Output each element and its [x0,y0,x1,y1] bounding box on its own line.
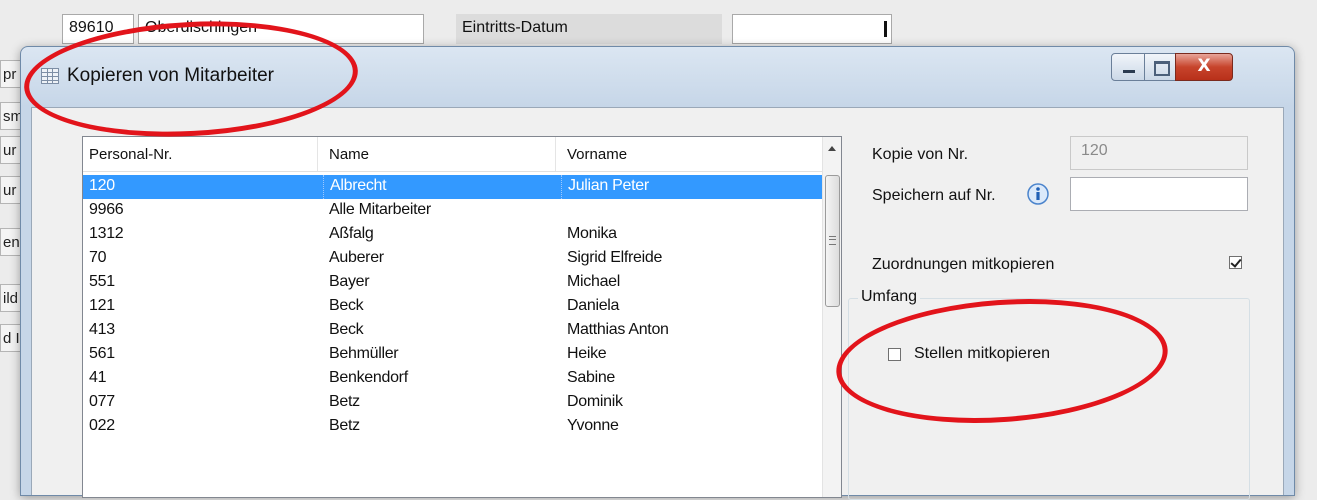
cell-personal-nr: 121 [89,297,115,314]
minimize-icon [1123,70,1135,73]
copy-assignments-label: Zuordnungen mitkopieren [872,256,1055,273]
cell-vorname: Yvonne [567,417,619,434]
cell-personal-nr: 1312 [89,225,124,242]
cell-vorname: Matthias Anton [567,321,669,338]
entry-date-label: Eintritts-Datum [456,14,722,44]
cell-personal-nr: 561 [89,345,115,362]
cell-personal-nr: 551 [89,273,115,290]
cell-personal-nr: 022 [89,417,115,434]
table-row[interactable]: 413 Beck Matthias Anton [83,319,823,343]
close-icon: X [1197,56,1211,76]
minimize-button[interactable] [1111,53,1145,81]
maximize-button[interactable] [1144,53,1176,81]
cell-personal-nr: 120 [89,177,115,194]
list-header: Personal-Nr. Name Vorname [83,137,823,172]
cell-name: Aßfalg [329,225,374,242]
scroll-thumb[interactable] [825,175,840,307]
copy-positions-label[interactable]: Stellen mitkopieren [914,345,1050,363]
place-field[interactable]: Oberdischingen [138,14,424,44]
cell-personal-nr: 70 [89,249,107,266]
dropdown-caret-icon[interactable] [884,21,887,37]
maximize-icon [1154,61,1170,76]
table-icon [41,68,59,84]
cell-vorname: Julian Peter [561,175,801,199]
cell-name: Bayer [329,273,370,290]
cell-name: Betz [329,393,360,410]
number-field[interactable]: 89610 [62,14,134,44]
cell-name: Albrecht [323,175,557,199]
cell-personal-nr: 41 [89,369,107,386]
employee-list[interactable]: Personal-Nr. Name Vorname 120 Albrecht Jul… [82,136,842,498]
table-row[interactable]: 70 Auberer Sigrid Elfreide [83,247,823,271]
scope-groupbox [848,298,1250,500]
cell-name: Beck [329,297,364,314]
cell-vorname: Monika [567,225,617,242]
column-header-personal-nr[interactable]: Personal-Nr. [83,137,317,170]
grip-icon [829,236,836,245]
dialog-title: Kopieren von Mitarbeiter [67,65,274,86]
cell-name: Betz [329,417,360,434]
table-row[interactable]: 41 Benkendorf Sabine [83,367,823,391]
cell-vorname: Dominik [567,393,623,410]
table-row[interactable]: 1312 Aßfalg Monika [83,223,823,247]
copy-from-label: Kopie von Nr. [872,146,969,163]
save-to-field[interactable] [1070,177,1248,211]
table-row[interactable]: 120 Albrecht Julian Peter [83,175,823,199]
cell-name: Auberer [329,249,384,266]
table-row[interactable]: 561 Behmüller Heike [83,343,823,367]
cell-personal-nr: 077 [89,393,115,410]
cell-vorname: Heike [567,345,607,362]
cell-name: Beck [329,321,364,338]
table-row[interactable]: 022 Betz Yvonne [83,415,823,439]
entry-date-field[interactable] [732,14,892,44]
column-divider[interactable] [317,137,318,171]
close-button[interactable]: X [1175,53,1233,81]
cell-vorname: Daniela [567,297,620,314]
vertical-scrollbar[interactable] [822,137,841,497]
save-to-label: Speichern auf Nr. [872,187,996,204]
info-icon[interactable] [1026,182,1050,206]
cell-vorname: Sigrid Elfreide [567,249,663,266]
copy-from-field: 120 [1070,136,1248,170]
cell-vorname: Sabine [567,369,616,386]
cell-name: Benkendorf [329,369,408,386]
cell-vorname [561,199,567,223]
cell-personal-nr: 9966 [89,201,124,218]
table-row[interactable]: 121 Beck Daniela [83,295,823,319]
column-divider[interactable] [555,137,556,171]
cell-name: Behmüller [329,345,399,362]
column-header-vorname[interactable]: Vorname [561,137,801,170]
cell-name: Alle Mitarbeiter [329,201,431,218]
table-row[interactable]: 077 Betz Dominik [83,391,823,415]
scope-group-title: Umfang [858,288,921,306]
cell-vorname: Michael [567,273,621,290]
table-row[interactable]: 9966 Alle Mitarbeiter [83,199,823,223]
dialog-titlebar[interactable]: Kopieren von Mitarbeiter X [21,47,1294,105]
copy-assignments-checkbox[interactable] [1229,256,1242,269]
column-header-name[interactable]: Name [323,137,557,170]
copy-positions-checkbox[interactable] [888,348,901,361]
table-row[interactable]: 551 Bayer Michael [83,271,823,295]
cell-personal-nr: 413 [89,321,115,338]
scroll-up-icon[interactable] [823,137,841,155]
